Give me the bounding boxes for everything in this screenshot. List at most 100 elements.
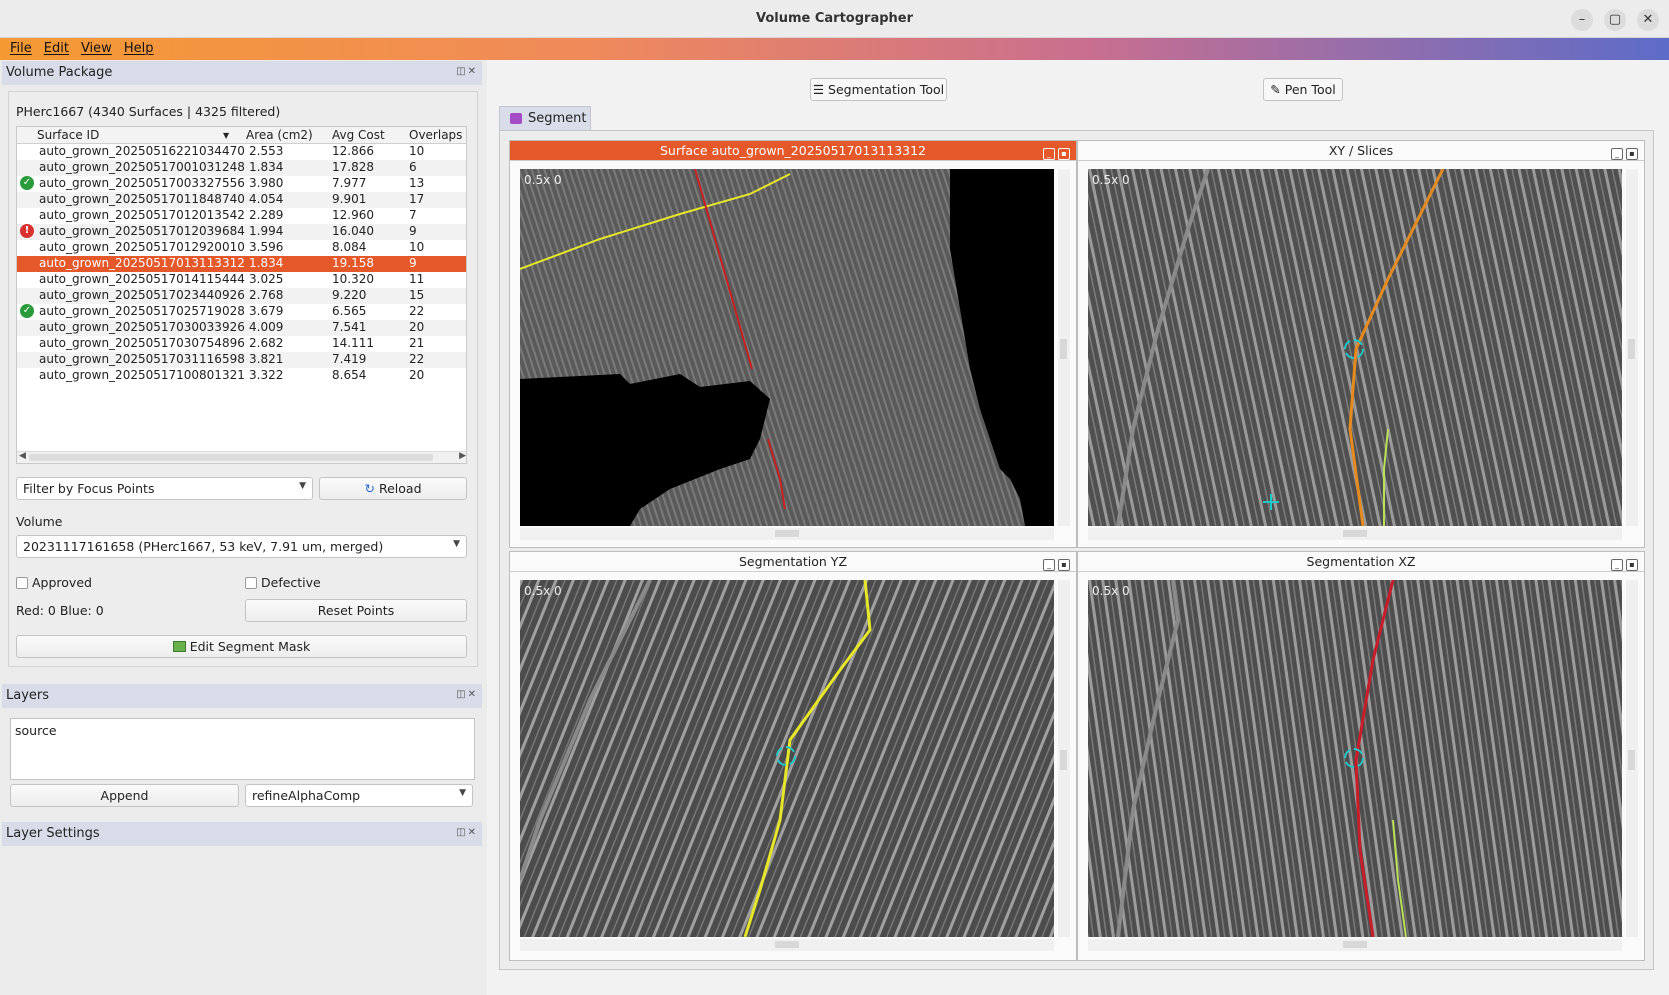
menu-edit[interactable]: Edit — [38, 38, 75, 56]
volume-dropdown[interactable]: 20231117161658 (PHerc1667, 53 keV, 7.91 … — [16, 535, 467, 558]
table-row[interactable]: ! auto_grown_20250517012039684 1.994 16.040… — [17, 224, 466, 240]
volume-value: 20231117161658 (PHerc1667, 53 keV, 7.91 … — [23, 539, 384, 554]
pen-tool-button[interactable]: ✎ Pen Tool — [1263, 78, 1343, 101]
col-surface-id[interactable]: Surface ID — [37, 128, 99, 142]
cell-area: 2.768 — [249, 288, 284, 302]
col-avg-cost[interactable]: Avg Cost — [332, 128, 385, 142]
float-icon[interactable]: ▪ — [1626, 559, 1638, 571]
layers-title: Layers — [6, 688, 50, 703]
menu-file[interactable]: File — [4, 38, 38, 56]
xy-slices-viewer: XY / Slices _ ▪ 0.5x 0 — [1077, 140, 1645, 548]
volume-package-dock-header: Volume Package ◫✕ — [2, 61, 482, 85]
tab-segment[interactable]: Segment — [499, 106, 591, 130]
cell-area: 2.553 — [249, 144, 284, 158]
table-row[interactable]: auto_grown_20250517011848740 4.054 9.901 17 — [17, 192, 466, 208]
defective-checkbox[interactable] — [245, 577, 257, 589]
xz-vertical-scrollbar[interactable] — [1626, 580, 1638, 937]
defective-alert-icon: ! — [20, 224, 34, 238]
xz-horizontal-scrollbar[interactable] — [1088, 939, 1622, 951]
minimize-icon[interactable]: _ — [1043, 148, 1055, 160]
scroll-left-icon[interactable]: ◀ — [19, 451, 26, 461]
close-button[interactable]: ✕ — [1637, 9, 1659, 31]
float-icon[interactable]: ▪ — [1058, 559, 1070, 571]
table-row[interactable]: auto_grown_20250517023440926 2.768 9.220 15 — [17, 288, 466, 304]
cell-surface-id: auto_grown_20250517013113312 — [39, 256, 245, 270]
cell-area: 1.834 — [249, 160, 284, 174]
edit-segment-mask-button[interactable]: Edit Segment Mask — [16, 635, 467, 658]
append-button[interactable]: Append — [10, 784, 239, 807]
xy-horizontal-scrollbar[interactable] — [1088, 528, 1622, 540]
table-row[interactable]: ✓ auto_grown_20250517025719028 3.679 6.565 2… — [17, 304, 466, 320]
table-row[interactable]: auto_grown_20250517012920010 3.596 8.084 10 — [17, 240, 466, 256]
table-row[interactable]: auto_grown_20250517030754896 2.682 14.111 2… — [17, 336, 466, 352]
filter-value: Filter by Focus Points — [23, 481, 155, 496]
xz-canvas[interactable]: 0.5x 0 — [1088, 580, 1622, 937]
cell-avg-cost: 19.158 — [332, 256, 374, 270]
surface-canvas[interactable]: 0.5x 0 — [520, 169, 1054, 526]
segmentation-tool-button[interactable]: ☰ Segmentation Tool — [810, 78, 947, 101]
table-row[interactable]: auto_grown_20250517031116598 3.821 7.419 22 — [17, 352, 466, 368]
table-row[interactable]: auto_grown_20250517012013542 2.289 12.960 7 — [17, 208, 466, 224]
table-row[interactable]: auto_grown_20250517100801321 3.322 8.654 20 — [17, 368, 466, 384]
surface-horizontal-scrollbar[interactable] — [520, 528, 1054, 540]
xy-vertical-scrollbar[interactable] — [1626, 169, 1638, 526]
volume-label: Volume — [16, 514, 63, 529]
maximize-button[interactable]: ▢ — [1604, 9, 1626, 31]
table-row[interactable]: ✓ auto_grown_20250517003327556 3.980 7.977 1… — [17, 176, 466, 192]
pen-tool-label: Pen Tool — [1284, 82, 1336, 97]
table-row[interactable]: auto_grown_20250517014115444 3.025 10.320 1… — [17, 272, 466, 288]
cell-area: 3.980 — [249, 176, 284, 190]
xy-canvas[interactable]: 0.5x 0 — [1088, 169, 1622, 526]
surface-render — [520, 169, 1054, 526]
cell-area: 3.821 — [249, 352, 284, 366]
cell-surface-id: auto_grown_20250517001031248 — [39, 160, 245, 174]
col-overlaps[interactable]: Overlaps — [409, 128, 462, 142]
layer-item-source[interactable]: source — [15, 723, 470, 738]
minimize-icon[interactable]: _ — [1611, 559, 1623, 571]
table-row[interactable]: auto_grown_20250517013113312 1.834 19.158 9 — [17, 256, 466, 272]
cell-area: 2.682 — [249, 336, 284, 350]
table-row[interactable]: auto_grown_20250517030033926 4.009 7.541 20 — [17, 320, 466, 336]
layers-dock-header: Layers ◫✕ — [2, 684, 482, 708]
filter-dropdown[interactable]: Filter by Focus Points ▼ — [16, 477, 313, 500]
scroll-right-icon[interactable]: ▶ — [459, 451, 466, 461]
yz-vertical-scrollbar[interactable] — [1058, 580, 1070, 937]
layers-list[interactable]: source — [10, 718, 475, 780]
approved-label: Approved — [32, 575, 92, 590]
scroll-thumb[interactable] — [29, 454, 433, 461]
table-row[interactable]: auto_grown_20250517001031248 1.834 17.828 6 — [17, 160, 466, 176]
dock-float-close-icons[interactable]: ◫✕ — [456, 66, 478, 77]
cell-surface-id: auto_grown_20250517025719028 — [39, 304, 245, 318]
float-icon[interactable]: ▪ — [1058, 148, 1070, 160]
reset-points-button[interactable]: Reset Points — [245, 599, 467, 622]
cell-surface-id: auto_grown_20250516221034470 — [39, 144, 245, 158]
approved-checkbox[interactable] — [16, 577, 28, 589]
menu-help[interactable]: Help — [118, 38, 160, 56]
cell-avg-cost: 6.565 — [332, 304, 367, 318]
surface-table[interactable]: Surface ID ▼ Area (cm2) Avg Cost Overlap… — [16, 126, 467, 464]
surface-vertical-scrollbar[interactable] — [1058, 169, 1070, 526]
yz-zoom-label: 0.5x 0 — [524, 584, 562, 598]
reload-button[interactable]: ↻ Reload — [319, 477, 467, 500]
table-row[interactable]: auto_grown_20250516221034470 2.553 12.866 1… — [17, 144, 466, 160]
edit-mask-label: Edit Segment Mask — [189, 639, 311, 654]
cell-surface-id: auto_grown_20250517030033926 — [39, 320, 245, 334]
cell-avg-cost: 7.541 — [332, 320, 367, 334]
menu-view[interactable]: View — [75, 38, 118, 56]
yz-canvas[interactable]: 0.5x 0 — [520, 580, 1054, 937]
minimize-button[interactable]: – — [1571, 9, 1593, 31]
layer-settings-title: Layer Settings — [6, 826, 100, 841]
dock-float-close-icons[interactable]: ◫✕ — [456, 689, 478, 700]
minimize-icon[interactable]: _ — [1611, 148, 1623, 160]
col-area[interactable]: Area (cm2) — [246, 128, 313, 142]
cell-avg-cost: 10.320 — [332, 272, 374, 286]
cell-avg-cost: 12.866 — [332, 144, 374, 158]
cell-surface-id: auto_grown_20250517100801321 — [39, 368, 245, 382]
float-icon[interactable]: ▪ — [1626, 148, 1638, 160]
yz-horizontal-scrollbar[interactable] — [520, 939, 1054, 951]
minimize-icon[interactable]: _ — [1043, 559, 1055, 571]
reload-label: Reload — [378, 481, 422, 496]
table-horizontal-scrollbar[interactable]: ◀ ▶ — [17, 451, 466, 463]
dock-float-close-icons[interactable]: ◫✕ — [456, 827, 478, 838]
layer-filter-dropdown[interactable]: refineAlphaComp ▼ — [245, 784, 473, 807]
